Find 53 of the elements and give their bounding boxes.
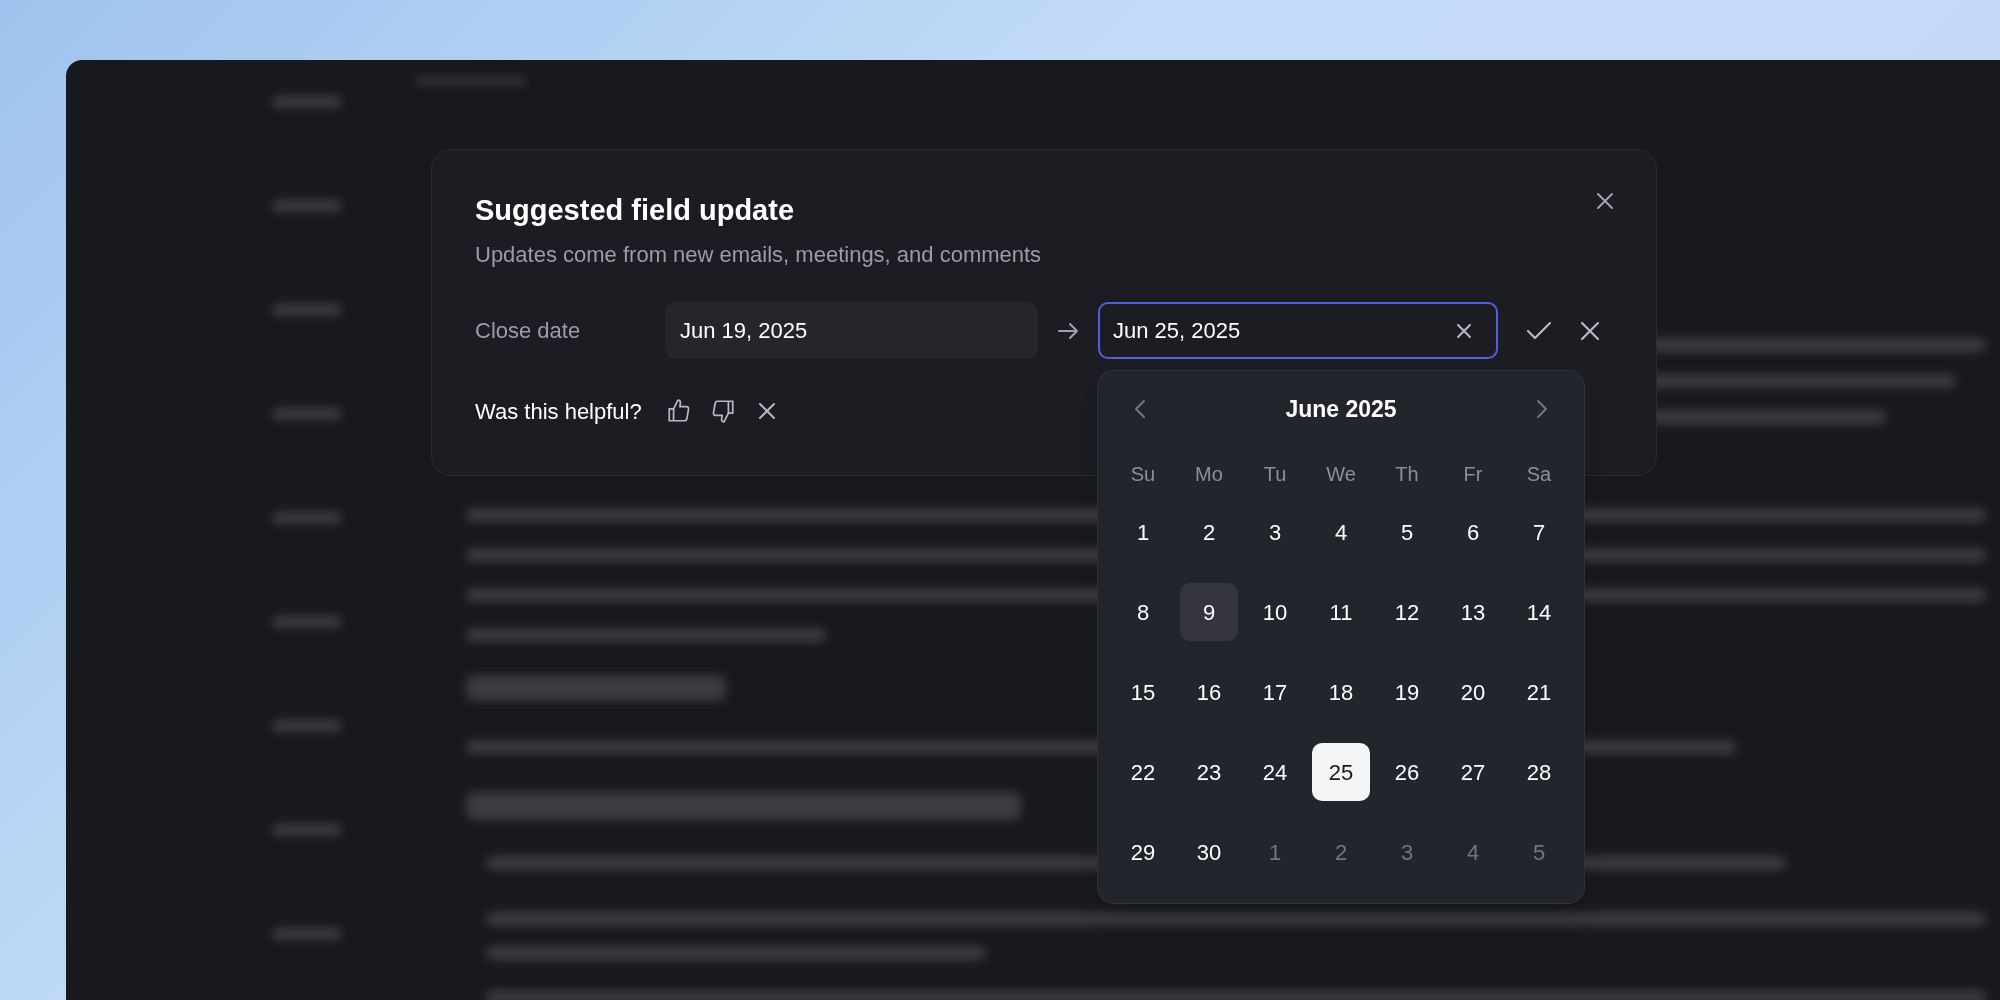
weekday-label: We — [1326, 462, 1356, 487]
weekday-label: Fr — [1463, 462, 1483, 487]
close-icon — [1580, 320, 1600, 341]
chevron-left-icon — [1134, 399, 1146, 419]
calendar-day[interactable]: 4 — [1312, 503, 1370, 561]
close-icon — [757, 402, 776, 420]
calendar-day[interactable]: 5 — [1378, 503, 1436, 561]
calendar-day[interactable]: 21 — [1510, 663, 1568, 721]
calendar-day[interactable]: 6 — [1444, 503, 1502, 561]
calendar-day[interactable]: 2 — [1180, 503, 1238, 561]
calendar-day[interactable]: 11 — [1312, 583, 1370, 641]
calendar-day[interactable]: 9 — [1180, 583, 1238, 641]
calendar-day[interactable]: 22 — [1114, 743, 1172, 801]
calendar-day[interactable]: 28 — [1510, 743, 1568, 801]
calendar-day[interactable]: 20 — [1444, 663, 1502, 721]
calendar-day[interactable]: 15 — [1114, 663, 1172, 721]
calendar-day[interactable]: 12 — [1378, 583, 1436, 641]
calendar-day[interactable]: 24 — [1246, 743, 1304, 801]
calendar-day[interactable]: 17 — [1246, 663, 1304, 721]
weekday-label: Th — [1395, 462, 1419, 487]
dialog-subtitle: Updates come from new emails, meetings, and comments — [475, 241, 1042, 269]
current-value-field: Jun 19, 2025 — [665, 302, 1038, 359]
calendar-day[interactable]: 1 — [1114, 503, 1172, 561]
calendar-day[interactable]: 7 — [1510, 503, 1568, 561]
feedback-question: Was this helpful? — [475, 397, 642, 426]
calendar-day[interactable]: 18 — [1312, 663, 1370, 721]
checkmark-icon — [1526, 320, 1552, 341]
calendar-day[interactable]: 23 — [1180, 743, 1238, 801]
field-label: Close date — [475, 317, 582, 345]
calendar-day[interactable]: 27 — [1444, 743, 1502, 801]
arrow-right-icon — [1058, 321, 1078, 340]
calendar-day[interactable]: 30 — [1180, 823, 1238, 881]
calendar-day[interactable]: 29 — [1114, 823, 1172, 881]
calendar-day[interactable]: 13 — [1444, 583, 1502, 641]
suggested-date-field[interactable]: Jun 25, 2025 — [1098, 302, 1498, 359]
close-icon — [1596, 192, 1614, 210]
weekday-label: Mo — [1195, 462, 1223, 487]
calendar-day[interactable]: 14 — [1510, 583, 1568, 641]
calendar-day[interactable]: 19 — [1378, 663, 1436, 721]
weekday-label: Tu — [1263, 462, 1287, 487]
calendar-month-title: June 2025 — [1285, 394, 1397, 424]
dialog-title: Suggested field update — [475, 193, 795, 228]
calendar-day[interactable]: 16 — [1180, 663, 1238, 721]
chevron-right-icon — [1536, 399, 1548, 419]
thumbs-up-icon — [665, 398, 692, 424]
calendar-day[interactable]: 8 — [1114, 583, 1172, 641]
calendar-day[interactable]: 25 — [1312, 743, 1370, 801]
calendar-day[interactable]: 10 — [1246, 583, 1304, 641]
calendar-day[interactable]: 26 — [1378, 743, 1436, 801]
weekday-label: Su — [1130, 462, 1156, 487]
calendar-day[interactable]: 3 — [1246, 503, 1304, 561]
clear-icon — [1456, 322, 1472, 339]
weekday-label: Sa — [1526, 462, 1552, 487]
